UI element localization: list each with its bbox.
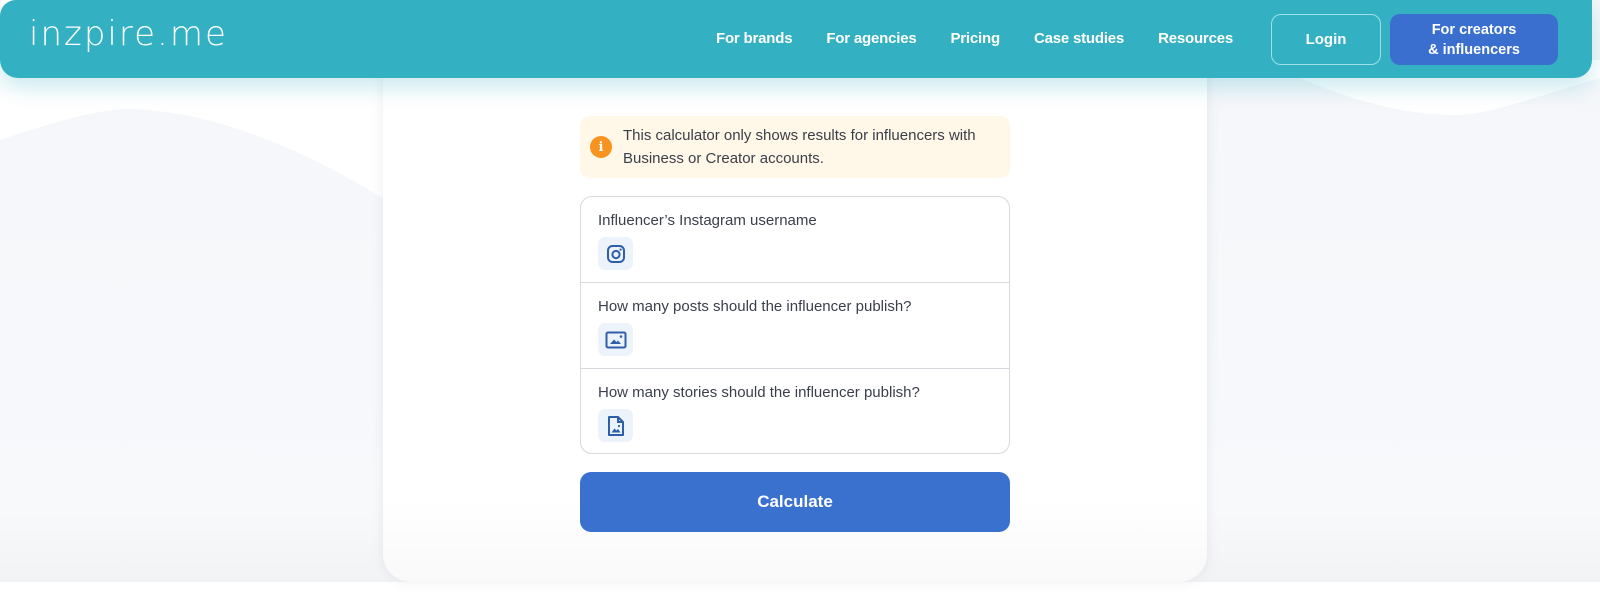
stories-count-field[interactable]: How many stories should the influencer p… xyxy=(581,369,1009,453)
for-creators-label-line2: & influencers xyxy=(1428,41,1520,58)
logo[interactable]: inzpire.me xyxy=(29,14,228,54)
stories-count-label: How many stories should the influencer p… xyxy=(598,384,920,401)
posts-count-field[interactable]: How many posts should the influencer pub… xyxy=(581,283,1009,369)
for-creators-button[interactable]: For creators & influencers xyxy=(1390,14,1558,65)
nav-case-studies[interactable]: Case studies xyxy=(1034,30,1124,47)
info-icon: i xyxy=(590,136,612,158)
image-icon xyxy=(598,323,633,356)
nav-for-brands[interactable]: For brands xyxy=(716,30,793,47)
notice-text: This calculator only shows results for i… xyxy=(623,127,976,167)
instagram-username-label: Influencer’s Instagram username xyxy=(598,212,817,229)
info-notice: i This calculator only shows results for… xyxy=(580,116,1010,178)
nav-resources[interactable]: Resources xyxy=(1158,30,1233,47)
instagram-icon xyxy=(598,237,633,270)
nav-for-agencies[interactable]: For agencies xyxy=(826,30,916,47)
login-button[interactable]: Login xyxy=(1271,14,1381,65)
instagram-username-field[interactable]: Influencer’s Instagram username xyxy=(581,197,1009,283)
posts-count-label: How many posts should the influencer pub… xyxy=(598,298,912,315)
calculator-form: Influencer’s Instagram username How many… xyxy=(580,196,1010,454)
calculate-button[interactable]: Calculate xyxy=(580,472,1010,532)
nav-pricing[interactable]: Pricing xyxy=(950,30,1000,47)
file-image-icon xyxy=(598,409,633,442)
for-creators-label-line1: For creators xyxy=(1431,21,1517,38)
top-navigation-bar: inzpire.me For brands For agencies Prici… xyxy=(0,0,1592,78)
main-nav: For brands For agencies Pricing Case stu… xyxy=(716,30,1233,47)
